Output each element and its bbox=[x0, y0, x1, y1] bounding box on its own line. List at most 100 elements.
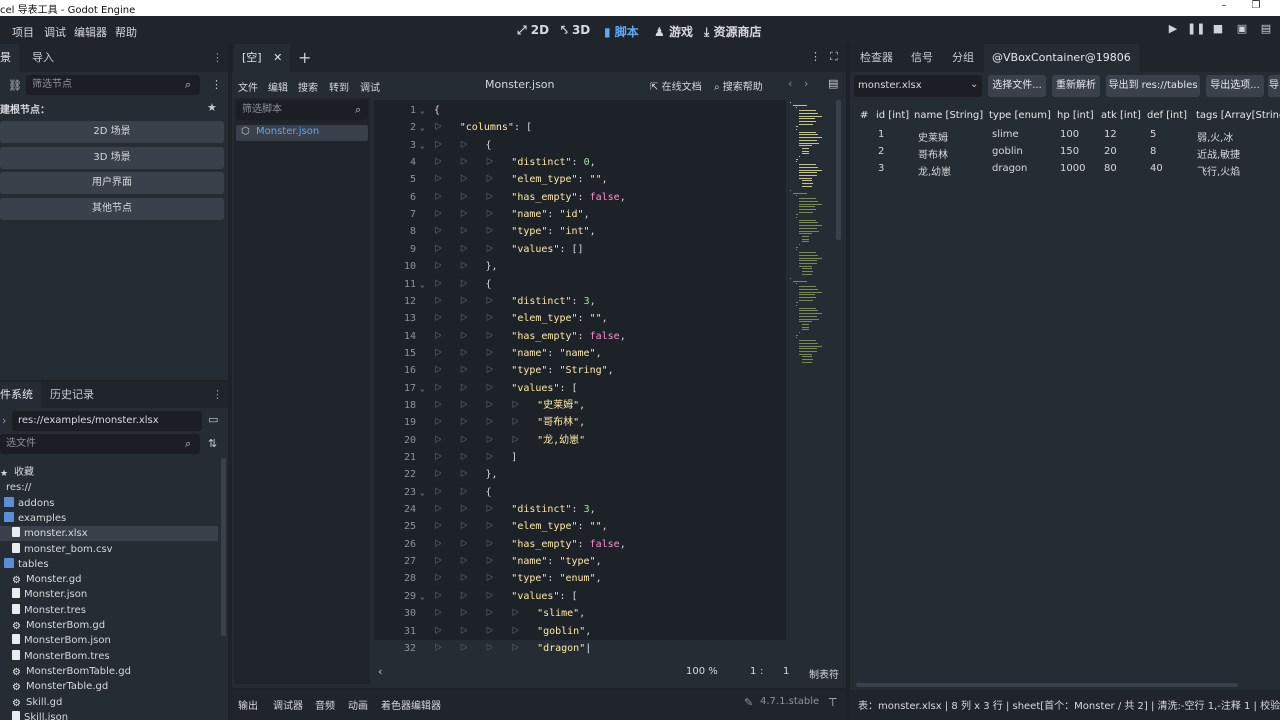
code-line[interactable]: 13 ᐅ ᐅ ᐅ "elem_type": "", bbox=[374, 310, 786, 327]
code-line[interactable]: 32 ᐅ ᐅ ᐅ ᐅ "dragon"| bbox=[374, 639, 786, 656]
tab-output[interactable]: 输出 bbox=[238, 697, 258, 712]
code-line[interactable]: 27 ᐅ ᐅ ᐅ "name": "type", bbox=[374, 553, 786, 570]
fold-arrow-icon[interactable]: ⌄ bbox=[420, 137, 425, 154]
script-menu-edit[interactable]: 编辑 bbox=[268, 79, 288, 94]
distraction-free-icon[interactable]: ⛶ bbox=[830, 50, 838, 64]
file-tree-item[interactable]: examples bbox=[0, 511, 218, 526]
code-line[interactable]: 22 ᐅ ᐅ }, bbox=[374, 466, 786, 483]
table-cell[interactable]: 1 bbox=[878, 129, 884, 140]
code-line[interactable]: 4 ᐅ ᐅ ᐅ "distinct": 0, bbox=[374, 154, 786, 171]
favorite-star-icon[interactable]: ★ bbox=[207, 101, 217, 114]
file-tree-item[interactable]: monster_bom.csv bbox=[0, 542, 218, 557]
search-help-button[interactable]: ⌕ 搜索帮助 bbox=[714, 78, 763, 93]
menu-project[interactable]: 项目 bbox=[12, 24, 34, 40]
code-line[interactable]: 6 ᐅ ᐅ ᐅ "has_empty": false, bbox=[374, 189, 786, 206]
dock-menu-icon[interactable]: ⋮ bbox=[212, 51, 223, 64]
tab-groups[interactable]: 分组 bbox=[944, 44, 982, 72]
toggle-script-list-icon[interactable]: ‹ bbox=[378, 665, 382, 678]
table-column-header[interactable]: type [enum] bbox=[989, 110, 1051, 121]
play-icon[interactable]: ▶ bbox=[1165, 22, 1181, 38]
script-menu-file[interactable]: 文件 bbox=[238, 79, 258, 94]
movie-icon[interactable]: ▣ bbox=[1234, 22, 1250, 38]
table-cell[interactable]: 5 bbox=[1150, 129, 1156, 140]
node-filter-input[interactable]: 筛选节点 bbox=[26, 75, 200, 95]
code-line[interactable]: 5 ᐅ ᐅ ᐅ "elem_type": "", bbox=[374, 171, 786, 188]
code-line[interactable]: 24 ᐅ ᐅ ᐅ "distinct": 3, bbox=[374, 501, 786, 518]
table-cell[interactable]: 史莱姆 bbox=[918, 129, 948, 144]
file-tree-item[interactable]: monster.xlsx bbox=[0, 526, 218, 542]
code-line[interactable]: 17 ⌄ ᐅ ᐅ ᐅ "values": [ bbox=[374, 380, 786, 397]
code-line[interactable]: 9 ᐅ ᐅ ᐅ "values": [] bbox=[374, 241, 786, 258]
mode-3d-button[interactable]: ⤣ 3D bbox=[561, 23, 590, 38]
code-line[interactable]: 16 ᐅ ᐅ ᐅ "type": "String", bbox=[374, 362, 786, 379]
table-column-header[interactable]: atk [int] bbox=[1101, 110, 1141, 121]
prev-script-icon[interactable]: ‹ bbox=[788, 77, 792, 90]
code-line[interactable]: 15 ᐅ ᐅ ᐅ "name": "name", bbox=[374, 345, 786, 362]
mode-game-button[interactable]: ♟ 游戏 bbox=[654, 23, 693, 40]
code-line[interactable]: 26 ᐅ ᐅ ᐅ "has_empty": false, bbox=[374, 536, 786, 553]
table-column-header[interactable]: tags [Array[String] bbox=[1196, 110, 1280, 121]
code-line[interactable]: 20 ᐅ ᐅ ᐅ ᐅ "龙,幼崽" bbox=[374, 432, 786, 449]
export-tables-button[interactable]: 导出到 res://tables bbox=[1106, 75, 1200, 97]
tab-animation[interactable]: 动画 bbox=[348, 697, 368, 712]
2d-scene-button[interactable]: 2D 场景 bbox=[0, 121, 224, 143]
table-cell[interactable]: 1000 bbox=[1060, 163, 1085, 174]
tab-scene[interactable]: 景 bbox=[0, 44, 19, 72]
file-tree-item[interactable]: tables bbox=[0, 557, 218, 572]
file-tree-item[interactable]: MonsterBom.tres bbox=[0, 649, 218, 664]
reparse-button[interactable]: 重新解析 bbox=[1052, 75, 1100, 97]
table-cell[interactable]: 40 bbox=[1150, 163, 1163, 174]
tab-audio[interactable]: 音频 bbox=[315, 697, 335, 712]
file-tree-item[interactable]: ⚙ MonsterBomTable.gd bbox=[0, 664, 218, 679]
menu-editor[interactable]: 编辑器 bbox=[74, 24, 107, 40]
table-cell[interactable]: 80 bbox=[1104, 163, 1117, 174]
code-line[interactable]: 30 ᐅ ᐅ ᐅ ᐅ "slime", bbox=[374, 605, 786, 622]
code-line[interactable]: 18 ᐅ ᐅ ᐅ ᐅ "史莱姆", bbox=[374, 397, 786, 414]
table-column-header[interactable]: def [int] bbox=[1147, 110, 1187, 121]
choose-file-button[interactable]: 选择文件... bbox=[988, 75, 1046, 97]
code-line[interactable]: 7 ᐅ ᐅ ᐅ "name": "id", bbox=[374, 206, 786, 223]
fold-arrow-icon[interactable]: ⌄ bbox=[420, 484, 425, 501]
path-field[interactable]: res://examples/monster.xlsx bbox=[12, 411, 202, 431]
table-scrollbar[interactable] bbox=[856, 683, 1238, 687]
tab-empty-scene[interactable]: [空] ✕ bbox=[234, 44, 291, 72]
file-tree-item[interactable]: MonsterBom.json bbox=[0, 633, 218, 648]
file-tree-item[interactable]: Skill.json bbox=[0, 710, 218, 720]
tab-signals[interactable]: 信号 bbox=[903, 44, 941, 72]
fold-arrow-icon[interactable]: ⌄ bbox=[420, 119, 425, 136]
menu-debug[interactable]: 调试 bbox=[44, 24, 66, 40]
file-tree-item[interactable]: res:// bbox=[0, 480, 218, 495]
minimize-button[interactable]: – bbox=[1210, 0, 1238, 16]
table-cell[interactable]: 近战,敏捷 bbox=[1197, 146, 1240, 161]
online-docs-button[interactable]: ⇱ 在线文档 bbox=[650, 78, 702, 93]
table-column-header[interactable]: id [int] bbox=[876, 110, 909, 121]
pause-icon[interactable]: ❚❚ bbox=[1187, 22, 1205, 38]
split-view-icon[interactable]: ▭ bbox=[208, 413, 218, 426]
export-options-button[interactable]: 导出选项... bbox=[1206, 75, 1264, 97]
code-line[interactable]: 21 ᐅ ᐅ ᐅ ] bbox=[374, 449, 786, 466]
table-cell[interactable]: 100 bbox=[1060, 129, 1079, 140]
script-filter-input[interactable]: 筛选脚本 bbox=[236, 100, 368, 120]
dock-menu-icon[interactable]: ⋮ bbox=[212, 388, 223, 401]
tab-shader-editor[interactable]: 着色器编辑器 bbox=[381, 697, 441, 712]
table-cell[interactable]: 弱,火,冰 bbox=[1197, 129, 1233, 144]
table-cell[interactable]: 3 bbox=[878, 163, 884, 174]
add-tab-icon[interactable]: + bbox=[298, 48, 311, 67]
table-cell[interactable]: slime bbox=[992, 129, 1019, 140]
table-cell[interactable]: 2 bbox=[878, 146, 884, 157]
code-line[interactable]: 14 ᐅ ᐅ ᐅ "has_empty": false, bbox=[374, 328, 786, 345]
tab-filesystem[interactable]: 件系统 bbox=[0, 382, 41, 408]
chevron-right-icon[interactable]: › bbox=[2, 414, 6, 427]
indent-mode[interactable]: 制表符 bbox=[809, 666, 839, 681]
fold-arrow-icon[interactable]: ⌄ bbox=[420, 102, 425, 119]
tab-inspector[interactable]: 检查器 bbox=[852, 44, 901, 72]
file-tree-item[interactable]: ⚙ MonsterBom.gd bbox=[0, 618, 218, 633]
table-cell[interactable]: dragon bbox=[992, 163, 1027, 174]
table-column-header[interactable]: # bbox=[860, 110, 868, 121]
tab-debugger[interactable]: 调试器 bbox=[273, 697, 303, 712]
table-cell[interactable]: 龙,幼崽 bbox=[918, 163, 951, 178]
export-more-button[interactable]: 导 bbox=[1268, 75, 1280, 97]
file-select-dropdown[interactable]: monster.xlsx ⌄ bbox=[854, 75, 982, 97]
maximize-button[interactable]: ❐ bbox=[1242, 0, 1270, 16]
more-icon[interactable]: ⋮ bbox=[211, 78, 222, 91]
